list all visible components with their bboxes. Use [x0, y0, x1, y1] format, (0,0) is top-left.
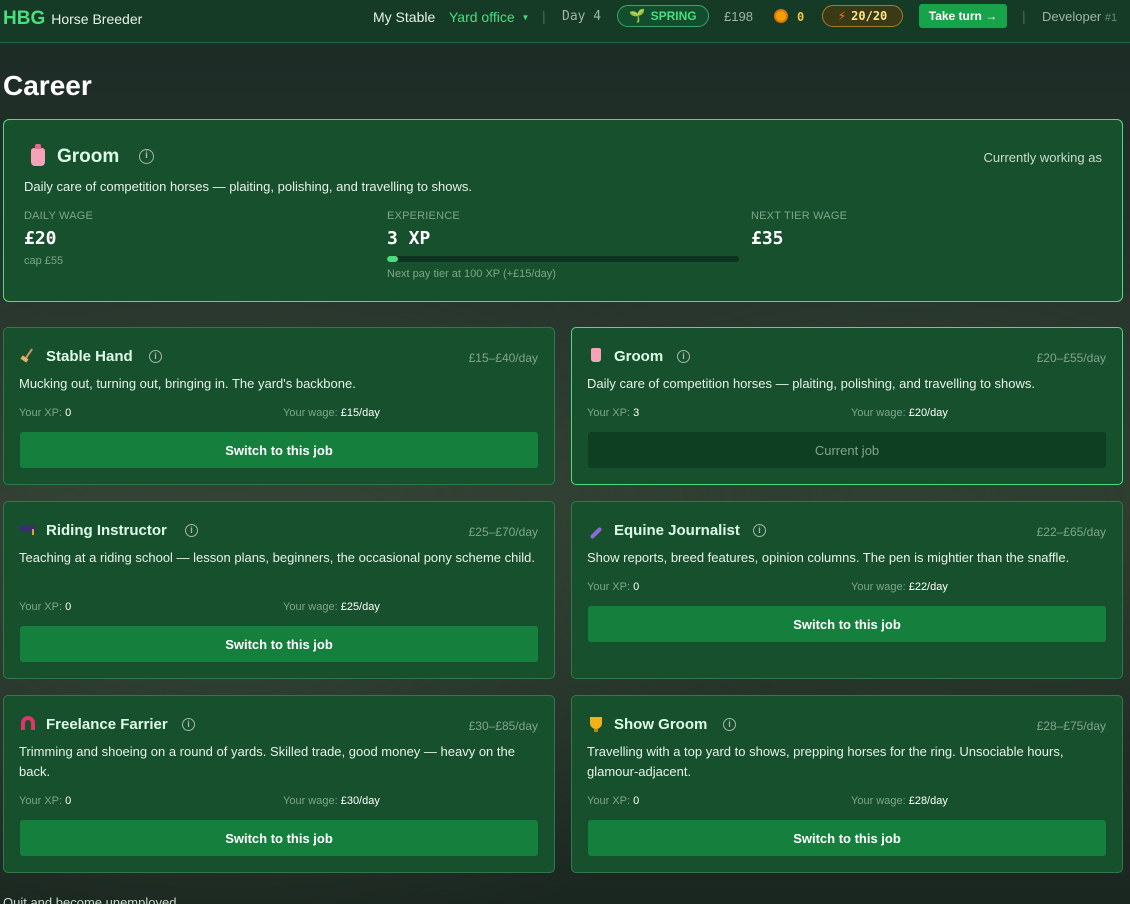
horseshoe-magnet-icon — [19, 716, 37, 733]
job-title: Riding Instructor — [46, 522, 167, 539]
current-job-title: Groom — [57, 146, 120, 167]
groom-bottle-icon — [31, 144, 45, 166]
take-turn-button[interactable]: Take turn → — [919, 4, 1007, 28]
job-title: Stable Hand — [46, 348, 133, 365]
season-label: SPRING — [650, 9, 697, 23]
lightning-icon: ⚡ — [837, 9, 847, 23]
energy-badge: ⚡ 20/20 — [822, 5, 903, 27]
next-tier-wage-value: £35 — [751, 228, 784, 249]
job-wage-range: £20–£55/day — [1036, 351, 1106, 365]
job-wage: Your wage: £28/day — [851, 795, 948, 807]
user-name: Developer — [1042, 9, 1102, 24]
job-card-riding-instructor: Riding Instructor i £25–£70/day Teaching… — [3, 501, 555, 679]
job-wage-range: £15–£40/day — [468, 351, 538, 365]
switch-job-button[interactable]: Switch to this job — [20, 820, 538, 856]
coin-icon — [774, 9, 788, 23]
job-xp: Your XP: 3 — [587, 407, 640, 419]
job-wage: Your wage: £20/day — [851, 407, 948, 419]
job-description: Daily care of competition horses — plait… — [587, 376, 1036, 391]
current-job-card: Groom i Currently working as Daily care … — [3, 119, 1123, 302]
job-title: Groom — [614, 348, 664, 365]
next-tier-wage-label: NEXT TIER WAGE — [751, 210, 848, 222]
day-counter: Day 4 — [562, 9, 602, 24]
nav-my-stable[interactable]: My Stable — [373, 9, 435, 25]
job-wage: Your wage: £22/day — [851, 581, 948, 593]
coin-count: 0 — [797, 10, 805, 24]
job-description: Travelling with a top yard to shows, pre… — [587, 744, 1064, 779]
job-title: Equine Journalist — [614, 522, 740, 539]
switch-job-button[interactable]: Switch to this job — [588, 606, 1106, 642]
info-icon[interactable]: i — [723, 718, 736, 731]
job-card-equine-journalist: Equine Journalist i £22–£65/day Show rep… — [571, 501, 1123, 679]
brand-logo[interactable]: HBG Horse Breeder — [3, 8, 142, 30]
job-wage: Your wage: £25/day — [283, 601, 380, 613]
current-job-button: Current job — [588, 432, 1106, 468]
job-description: Trimming and shoeing on a round of yards… — [19, 744, 515, 779]
switch-job-button[interactable]: Switch to this job — [588, 820, 1106, 856]
job-card-groom: Groom i £20–£55/day Daily care of compet… — [571, 327, 1123, 485]
job-description: Teaching at a riding school — lesson pla… — [19, 550, 535, 565]
xp-progress-fill — [387, 256, 398, 262]
experience-label: EXPERIENCE — [387, 210, 460, 222]
job-description: Show reports, breed features, opinion co… — [587, 550, 1070, 565]
nav-yard-office-label: Yard office — [449, 9, 515, 25]
sprout-icon: 🌱 — [629, 8, 646, 23]
experience-value: 3 XP — [387, 228, 431, 249]
nav-yard-office[interactable]: Yard office ▼ — [449, 9, 529, 25]
wage-cap: cap £55 — [24, 255, 64, 267]
job-wage: Your wage: £30/day — [283, 795, 380, 807]
xp-progress-bar — [387, 256, 739, 262]
job-xp: Your XP: 0 — [19, 407, 72, 419]
job-wage-range: £25–£70/day — [468, 525, 538, 539]
pen-icon — [587, 522, 605, 540]
user-number: #1 — [1104, 12, 1118, 24]
daily-wage-value: £20 — [24, 228, 57, 249]
brand-name: Horse Breeder — [51, 11, 143, 27]
info-icon[interactable]: i — [677, 350, 690, 363]
nav-divider: | — [1022, 8, 1026, 24]
graduation-cap-icon — [19, 522, 37, 538]
quit-job-link[interactable]: Quit and become unemployed — [3, 895, 176, 904]
next-tier-note: Next pay tier at 100 XP (+£15/day) — [387, 268, 556, 280]
job-xp: Your XP: 0 — [19, 601, 72, 613]
current-job-status: Currently working as — [983, 150, 1103, 165]
current-job-description: Daily care of competition horses — plait… — [24, 179, 473, 194]
brand-abbreviation: HBG — [3, 8, 46, 29]
trophy-icon — [587, 716, 605, 732]
bottle-icon — [587, 348, 605, 365]
switch-job-button[interactable]: Switch to this job — [20, 432, 538, 468]
job-wage-range: £30–£85/day — [468, 719, 538, 733]
season-badge: 🌱 SPRING — [617, 5, 709, 27]
job-xp: Your XP: 0 — [587, 795, 640, 807]
info-icon[interactable]: i — [185, 524, 198, 537]
job-title: Freelance Farrier — [46, 716, 168, 733]
energy-value: 20/20 — [851, 9, 888, 23]
job-description: Mucking out, turning out, bringing in. T… — [19, 376, 356, 391]
broom-icon — [19, 348, 37, 365]
info-icon[interactable]: i — [182, 718, 195, 731]
info-icon[interactable]: i — [149, 350, 162, 363]
job-card-show-groom: Show Groom i £28–£75/day Travelling with… — [571, 695, 1123, 873]
page-title: Career — [3, 70, 92, 101]
job-wage-range: £28–£75/day — [1036, 719, 1106, 733]
switch-job-button[interactable]: Switch to this job — [20, 626, 538, 662]
daily-wage-label: DAILY WAGE — [24, 210, 94, 222]
chevron-down-icon: ▼ — [521, 13, 530, 22]
nav-divider: | — [542, 8, 546, 24]
info-icon[interactable]: i — [753, 524, 766, 537]
job-wage-range: £22–£65/day — [1036, 525, 1106, 539]
job-xp: Your XP: 0 — [19, 795, 72, 807]
job-title: Show Groom — [614, 716, 708, 733]
job-xp: Your XP: 0 — [587, 581, 640, 593]
job-card-freelance-farrier: Freelance Farrier i £30–£85/day Trimming… — [3, 695, 555, 873]
job-card-stable-hand: Stable Hand i £15–£40/day Mucking out, t… — [3, 327, 555, 485]
job-wage: Your wage: £15/day — [283, 407, 380, 419]
money-display: £198 — [724, 9, 753, 24]
user-menu[interactable]: Developer #1 — [1042, 9, 1117, 24]
top-navigation-bar: HBG Horse Breeder My Stable Yard office … — [0, 0, 1130, 43]
info-icon[interactable]: i — [139, 149, 154, 164]
